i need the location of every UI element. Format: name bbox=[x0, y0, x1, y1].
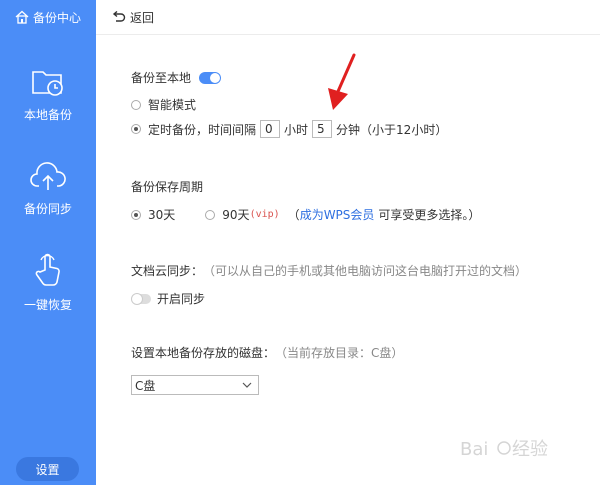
timed-backup-radio[interactable] bbox=[131, 124, 141, 134]
retention-options: 30天 90天 (vip) （ 成为WPS会员 可享受更多选择。） bbox=[131, 206, 480, 223]
sidebar-item-backup-sync[interactable]: 备份同步 bbox=[0, 154, 96, 217]
retention-30-radio[interactable] bbox=[131, 209, 141, 220]
smart-mode-radio[interactable] bbox=[131, 99, 141, 110]
minutes-unit: 分钟 bbox=[336, 122, 361, 137]
sidebar-item-label: 一键恢复 bbox=[23, 298, 72, 312]
sidebar-item-one-click-restore[interactable]: 一键恢复 bbox=[0, 250, 96, 313]
paren-open: （ bbox=[287, 208, 300, 222]
retention-note: 可享受更多选择。） bbox=[378, 208, 481, 222]
annotation-arrow-icon bbox=[328, 53, 356, 110]
timed-backup-option[interactable]: 定时备份，时间间隔 0 小时 5 分钟 （小于12小时） bbox=[131, 120, 447, 138]
main-content: 备份至本地 智能模式 定时备份，时间间隔 0 小时 5 分钟 （小于12小时） … bbox=[131, 0, 600, 485]
retention-90-radio[interactable] bbox=[205, 209, 216, 220]
smart-mode-label: 智能模式 bbox=[148, 98, 197, 112]
wps-member-link[interactable]: 成为WPS会员 bbox=[300, 206, 375, 223]
section-title: 文档云同步： bbox=[131, 264, 204, 278]
section-title: 备份至本地 bbox=[131, 71, 192, 85]
retention-90-label: 90天 bbox=[222, 208, 250, 222]
brand-title: 备份中心 bbox=[32, 10, 81, 25]
backup-center-window: 备份中心 本地备份 备份同步 一键恢复 设置 返回 备份至本地 智能模式 定时备… bbox=[0, 0, 600, 485]
vip-tag: (vip) bbox=[249, 209, 280, 220]
section-title: 备份保存周期 bbox=[131, 180, 204, 194]
disk-header: 设置本地备份存放的磁盘： （当前存放目录：C盘） bbox=[131, 344, 403, 361]
chevron-down-icon bbox=[242, 382, 252, 388]
sidebar-item-label: 本地备份 bbox=[23, 108, 72, 122]
retention-header: 备份保存周期 bbox=[131, 178, 203, 195]
svg-text:经验: 经验 bbox=[512, 439, 548, 460]
smart-mode-option[interactable]: 智能模式 bbox=[131, 96, 196, 113]
home-icon bbox=[15, 10, 29, 24]
cloud-sync-toggle-row[interactable]: 开启同步 bbox=[131, 290, 205, 307]
watermark-logo-icon: Bai 经验 bbox=[460, 439, 548, 460]
sidebar-item-label: 备份同步 bbox=[23, 202, 72, 216]
hours-input[interactable]: 0 bbox=[260, 120, 281, 138]
brand: 备份中心 bbox=[0, 0, 96, 34]
disk-select-value: C盘 bbox=[135, 378, 156, 393]
cloud-upload-icon bbox=[30, 154, 66, 192]
hours-unit: 小时 bbox=[284, 122, 309, 137]
settings-button[interactable]: 设置 bbox=[16, 457, 79, 481]
sidebar: 备份中心 本地备份 备份同步 一键恢复 设置 bbox=[0, 0, 96, 485]
current-directory: （当前存放目录：C盘） bbox=[275, 346, 404, 360]
timed-backup-label: 定时备份，时间间隔 bbox=[148, 122, 257, 137]
cloud-sync-desc: （可以从自己的手机或其他电脑访问这台电脑打开过的文档） bbox=[203, 264, 528, 278]
local-backup-header: 备份至本地 bbox=[131, 69, 222, 86]
hand-tap-icon bbox=[32, 250, 64, 288]
cloud-sync-toggle[interactable] bbox=[131, 292, 151, 305]
limit-note: （小于12小时） bbox=[360, 122, 448, 137]
section-title: 设置本地备份存放的磁盘： bbox=[131, 346, 276, 360]
svg-text:Bai: Bai bbox=[460, 439, 488, 460]
sidebar-item-local-backup[interactable]: 本地备份 bbox=[0, 60, 96, 123]
cloud-sync-toggle-label: 开启同步 bbox=[157, 292, 206, 306]
disk-select[interactable]: C盘 bbox=[131, 375, 259, 395]
local-backup-toggle[interactable] bbox=[199, 71, 222, 84]
cloud-sync-header: 文档云同步： （可以从自己的手机或其他电脑访问这台电脑打开过的文档） bbox=[131, 262, 527, 279]
retention-30-label: 30天 bbox=[148, 208, 176, 222]
folder-clock-icon bbox=[31, 60, 65, 98]
back-arrow-icon bbox=[112, 11, 126, 22]
minutes-input[interactable]: 5 bbox=[312, 120, 333, 138]
